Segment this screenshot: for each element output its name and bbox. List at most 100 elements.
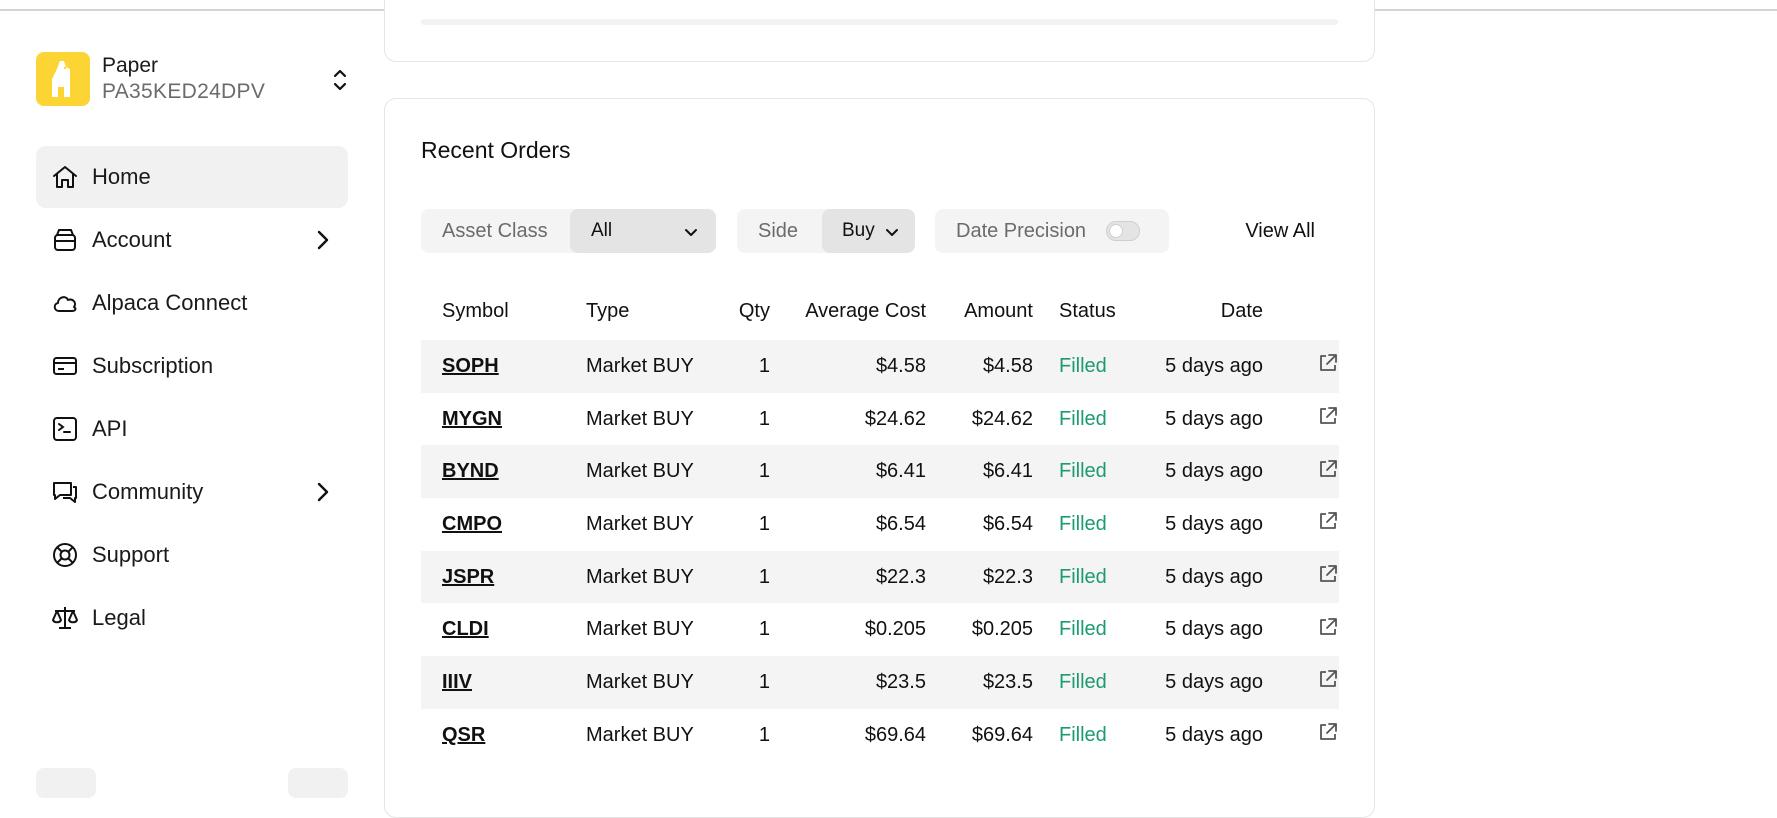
sidebar-item-home[interactable]: Home [36,146,348,208]
order-status: Filled [1059,670,1107,693]
sidebar-item-label: Community [92,479,204,504]
orders-table: Symbol Type Qty Average Cost Amount Stat… [421,282,1339,762]
account-id: PA35KED24DPV [102,80,266,103]
sidebar-item-subscription[interactable]: Subscription [36,335,348,397]
order-qty: 1 [758,407,770,430]
order-average-cost: $0.205 [864,618,926,641]
sidebar-item-community[interactable]: Community [36,461,348,523]
order-symbol-link[interactable]: CLDI [442,618,489,640]
account-type: Paper [102,54,159,77]
external-link-icon[interactable] [1317,721,1339,749]
order-date: 5 days ago [1165,670,1263,693]
account-switcher[interactable]: Paper PA35KED24DPV [36,51,348,107]
column-header-date[interactable]: Date [1153,282,1263,340]
external-link-icon[interactable] [1317,616,1339,644]
column-header-status[interactable]: Status [1033,282,1153,340]
table-row[interactable]: MYGN Market BUY 1 $24.62 $24.62 Filled 5… [421,393,1339,446]
credit-card-icon [50,351,80,381]
order-average-cost: $23.5 [875,670,926,693]
column-header-qty[interactable]: Qty [712,282,770,340]
table-row[interactable]: SOPH Market BUY 1 $4.58 $4.58 Filled 5 d… [421,340,1339,393]
order-average-cost: $24.62 [864,407,926,430]
order-symbol-link[interactable]: JSPR [442,566,494,588]
order-symbol-link[interactable]: SOPH [442,355,499,377]
order-qty: 1 [758,618,770,641]
order-average-cost: $4.58 [875,354,926,377]
order-amount: $69.64 [971,723,1033,746]
sidebar-item-label: Subscription [92,353,214,378]
order-date: 5 days ago [1165,618,1263,641]
wallet-icon [50,225,80,255]
column-header-average-cost[interactable]: Average Cost [770,282,926,340]
order-date: 5 days ago [1165,512,1263,535]
order-average-cost: $6.54 [875,512,926,535]
column-header-symbol[interactable]: Symbol [421,282,566,340]
view-all-link[interactable]: View All [1221,209,1339,253]
order-amount: $6.41 [982,460,1033,483]
column-header-type[interactable]: Type [566,282,712,340]
table-row[interactable]: JSPR Market BUY 1 $22.3 $22.3 Filled 5 d… [421,550,1339,604]
sidebar-item-label: Home [92,164,151,189]
sidebar-item-account[interactable]: Account [36,209,348,271]
order-amount: $23.5 [982,670,1033,693]
sidebar-item-alpaca-connect[interactable]: Alpaca Connect [36,272,348,334]
order-qty: 1 [758,723,770,746]
orders-filters: Asset Class All Side Buy Date Precision [421,209,1339,253]
order-symbol-link[interactable]: BYND [442,460,499,482]
previous-card [384,0,1375,62]
table-row[interactable]: CMPO Market BUY 1 $6.54 $6.54 Filled 5 d… [421,498,1339,551]
order-date: 5 days ago [1165,565,1263,588]
order-amount: $4.58 [982,354,1033,377]
chevron-right-icon [316,229,330,256]
previous-card-content [421,19,1338,25]
sidebar-item-api[interactable]: API [36,398,348,460]
order-symbol-link[interactable]: CMPO [442,513,502,535]
sidebar-item-label: Legal [92,605,146,630]
order-status: Filled [1059,407,1107,430]
external-link-icon[interactable] [1317,458,1339,486]
chevron-down-icon [885,224,899,246]
order-status: Filled [1059,723,1107,746]
table-header-row: Symbol Type Qty Average Cost Amount Stat… [421,282,1339,340]
sidebar-footer-button-left[interactable] [36,768,96,798]
asset-class-select[interactable]: All [570,209,716,253]
side-select[interactable]: Buy [822,209,915,253]
table-row[interactable]: QSR Market BUY 1 $69.64 $69.64 Filled 5 … [421,709,1339,762]
sidebar: Paper PA35KED24DPV Home Account Alpaca C… [0,11,365,798]
date-precision-toggle[interactable] [1106,221,1141,241]
chat-icon [50,477,80,507]
external-link-icon[interactable] [1317,405,1339,433]
order-qty: 1 [758,460,770,483]
terminal-icon [50,414,80,444]
toggle-knob [1109,224,1124,238]
chevron-right-icon [316,481,330,508]
sidebar-footer-button-right[interactable] [288,768,348,798]
chevron-down-icon [684,224,698,246]
order-status: Filled [1059,618,1107,641]
recent-orders-card: Recent Orders Asset Class All Side Buy D… [384,98,1375,818]
order-symbol-link[interactable]: MYGN [442,408,502,430]
external-link-icon[interactable] [1317,352,1339,380]
order-symbol-link[interactable]: IIIV [442,671,472,693]
order-type: Market BUY [586,670,694,693]
order-symbol-link[interactable]: QSR [442,724,485,746]
date-precision-filter: Date Precision [935,209,1169,253]
external-link-icon[interactable] [1317,510,1339,538]
sidebar-item-label: Account [92,227,172,252]
table-row[interactable]: CLDI Market BUY 1 $0.205 $0.205 Filled 5… [421,603,1339,656]
external-link-icon[interactable] [1317,563,1339,591]
order-type: Market BUY [586,512,694,535]
lifebuoy-icon [50,540,80,570]
table-row[interactable]: IIIV Market BUY 1 $23.5 $23.5 Filled 5 d… [421,656,1339,709]
sidebar-item-label: Support [92,542,170,567]
column-header-amount[interactable]: Amount [926,282,1033,340]
order-average-cost: $22.3 [875,565,926,588]
sidebar-item-legal[interactable]: Legal [36,587,348,649]
chevron-up-down-icon[interactable] [332,67,348,98]
external-link-icon[interactable] [1317,668,1339,696]
side-value: Buy [842,220,875,241]
order-amount: $0.205 [971,618,1033,641]
column-header-link [1263,282,1339,340]
sidebar-item-support[interactable]: Support [36,524,348,586]
table-row[interactable]: BYND Market BUY 1 $6.41 $6.41 Filled 5 d… [421,445,1339,499]
